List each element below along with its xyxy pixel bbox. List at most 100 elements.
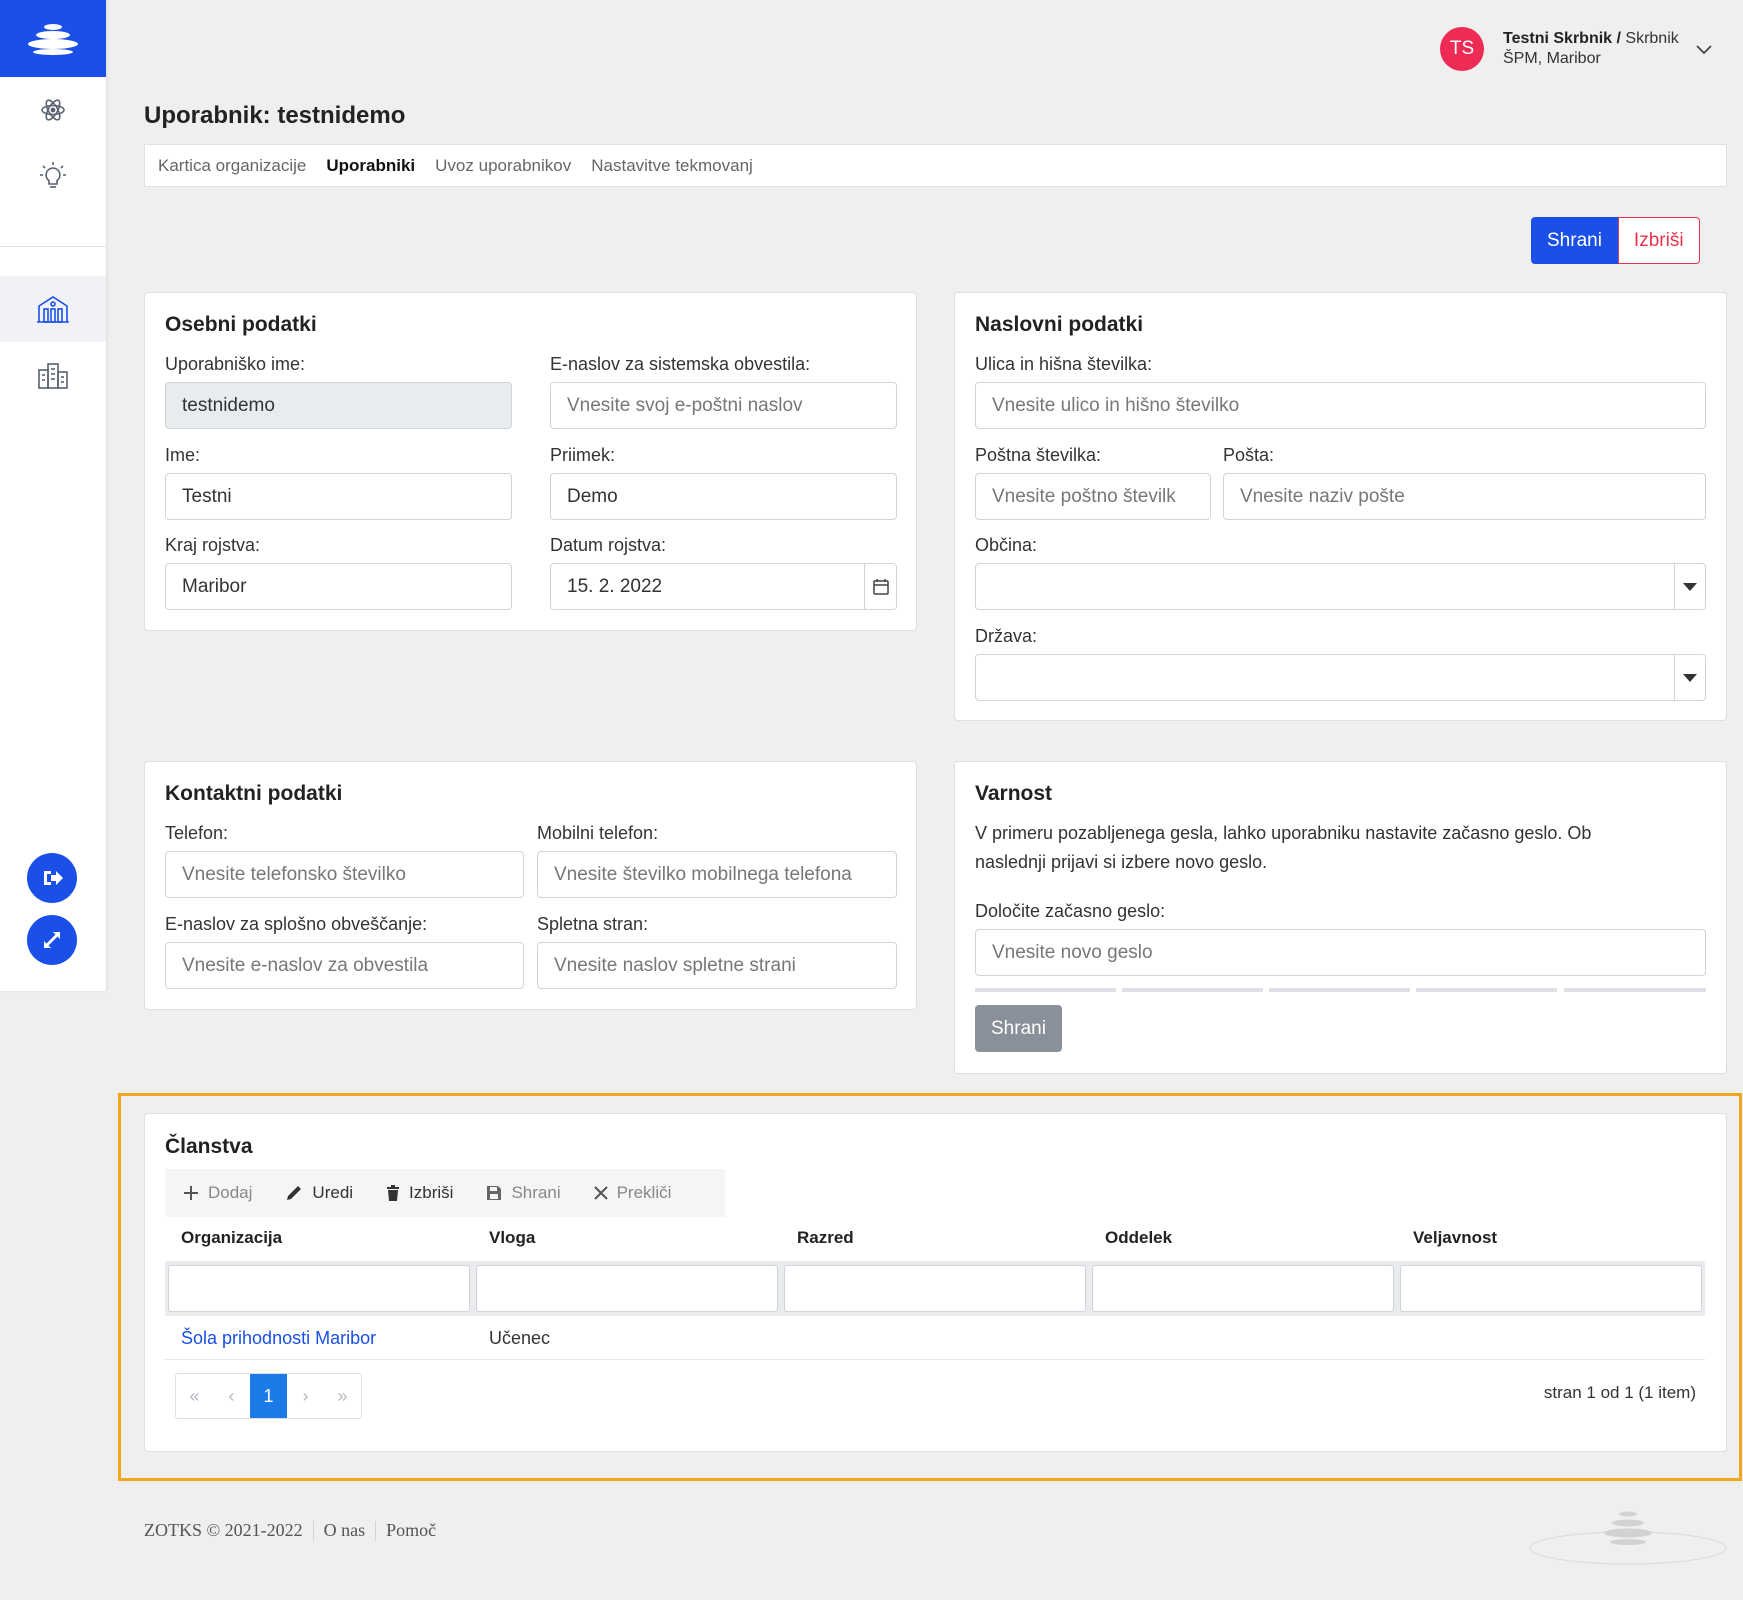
about-link[interactable]: O nas <box>324 1520 366 1541</box>
mobile-field[interactable]: Vnesite številko mobilnega telefona <box>537 851 897 898</box>
column-header-organizacija[interactable]: Organizacija <box>181 1228 282 1248</box>
chevron-down-icon[interactable] <box>1695 43 1713 55</box>
tab-uvoz-uporabnikov[interactable]: Uvoz uporabnikov <box>435 156 571 176</box>
post-label: Pošta: <box>1223 445 1275 465</box>
avatar: TS <box>1440 27 1484 71</box>
card-title: Kontaktni podatki <box>165 782 343 805</box>
help-link[interactable]: Pomoč <box>386 1520 436 1541</box>
filter-vloga[interactable] <box>476 1265 778 1312</box>
website-label: Spletna stran: <box>537 914 649 934</box>
filter-row <box>165 1261 1705 1316</box>
delete-button[interactable]: Izbriši <box>1617 217 1700 264</box>
tab-kartica-organizacije[interactable]: Kartica organizacije <box>158 156 306 176</box>
filter-veljavnost[interactable] <box>1400 1265 1702 1312</box>
country-label: Država: <box>975 626 1038 646</box>
save-button[interactable]: Shrani <box>1531 217 1618 264</box>
tab-uporabniki[interactable]: Uporabniki <box>326 156 415 176</box>
varnost-card: Varnost V primeru pozabljenega gesla, la… <box>954 761 1727 1074</box>
filter-razred[interactable] <box>784 1265 1086 1312</box>
street-field[interactable]: Vnesite ulico in hišno številko <box>975 382 1706 429</box>
card-title: Varnost <box>975 782 1053 805</box>
trash-icon <box>387 1185 400 1201</box>
close-icon <box>593 1186 608 1200</box>
add-button[interactable]: Dodaj <box>183 1183 252 1203</box>
column-header-veljavnost[interactable]: Veljavnost <box>1413 1228 1497 1248</box>
delete-row-button[interactable]: Izbriši <box>386 1183 453 1203</box>
first-name-field[interactable]: Testni <box>165 473 512 520</box>
next-page-button[interactable]: › <box>287 1374 324 1418</box>
postal-code-label: Poštna številka: <box>975 445 1102 465</box>
filter-oddelek[interactable] <box>1092 1265 1394 1312</box>
general-email-field[interactable]: Vnesite e-naslov za obvestila <box>165 942 524 989</box>
street-label: Ulica in hišna številka: <box>975 354 1153 374</box>
page-button-current[interactable]: 1 <box>250 1374 287 1418</box>
app-logo[interactable] <box>0 0 106 77</box>
page-title: Uporabnik: testnidemo <box>144 102 406 129</box>
tab-nastavitve-tekmovanj[interactable]: Nastavitve tekmovanj <box>591 156 753 176</box>
grid-toolbar: Dodaj Uredi Izbriši Shrani Prekliči <box>165 1169 725 1217</box>
cancel-button[interactable]: Prekliči <box>593 1183 671 1203</box>
birthplace-field[interactable]: Maribor <box>165 563 512 610</box>
save-disk-icon <box>487 1186 502 1200</box>
user-name: Testni Skrbnik / <box>1503 30 1621 47</box>
column-header-oddelek[interactable]: Oddelek <box>1105 1228 1172 1248</box>
column-header-vloga[interactable]: Vloga <box>489 1228 535 1248</box>
footer-logo-icon <box>1529 1511 1727 1565</box>
phone-label: Telefon: <box>165 823 229 843</box>
last-name-label: Priimek: <box>550 445 616 465</box>
general-email-label: E-naslov za splošno obveščanje: <box>165 914 428 934</box>
first-name-label: Ime: <box>165 445 201 465</box>
website-field[interactable]: Vnesite naslov spletne strani <box>537 942 897 989</box>
logout-button[interactable] <box>27 853 77 903</box>
save-password-button[interactable]: Shrani <box>975 1005 1062 1052</box>
country-select[interactable] <box>975 654 1706 701</box>
expand-icon <box>44 932 60 948</box>
password-strength-segment <box>975 988 1116 992</box>
first-page-button[interactable]: « <box>176 1374 213 1418</box>
last-name-field[interactable]: Demo <box>550 473 897 520</box>
naslovni-card: Naslovni podatki Ulica in hišna številka… <box>954 292 1727 721</box>
prev-page-button[interactable]: ‹ <box>213 1374 250 1418</box>
edit-button[interactable]: Uredi <box>285 1183 353 1203</box>
plus-icon <box>184 1186 198 1200</box>
caret-down-icon <box>1683 673 1697 682</box>
user-menu[interactable]: TS Testni Skrbnik / Skrbnik ŠPM, Maribor <box>1440 27 1713 71</box>
column-header-razred[interactable]: Razred <box>797 1228 854 1248</box>
calendar-button[interactable] <box>864 564 896 609</box>
last-page-button[interactable]: » <box>324 1374 361 1418</box>
password-strength-segment <box>1269 988 1410 992</box>
card-title: Osebni podatki <box>165 313 317 336</box>
birthplace-label: Kraj rojstva: <box>165 535 261 555</box>
buildings-icon[interactable] <box>0 342 106 408</box>
password-strength-segment <box>1122 988 1263 992</box>
card-title: Naslovni podatki <box>975 313 1144 336</box>
postal-code-field[interactable]: Vnesite poštno številk <box>975 473 1211 520</box>
atom-icon[interactable] <box>0 77 106 143</box>
dropdown-toggle[interactable] <box>1674 564 1705 609</box>
copyright: ZOTKS © 2021-2022 <box>144 1520 303 1540</box>
lightbulb-icon[interactable] <box>0 143 106 209</box>
security-description: V primeru pozabljenega gesla, lahko upor… <box>975 823 1592 872</box>
temp-password-field[interactable]: Vnesite novo geslo <box>975 929 1706 976</box>
filter-organizacija[interactable] <box>168 1265 470 1312</box>
birthdate-value: 15. 2. 2022 <box>567 575 663 597</box>
municipality-label: Občina: <box>975 535 1038 555</box>
footer-separator <box>375 1520 377 1541</box>
table-row[interactable]: Šola prihodnosti Maribor Učenec <box>165 1316 1705 1360</box>
expand-button[interactable] <box>27 915 77 965</box>
cell-organization[interactable]: Šola prihodnosti Maribor <box>181 1328 376 1349</box>
save-row-button[interactable]: Shrani <box>486 1183 561 1203</box>
tab-bar: Kartica organizacije Uporabniki Uvoz upo… <box>144 144 1727 187</box>
user-org: ŠPM, Maribor <box>1503 50 1601 67</box>
user-role: Skrbnik <box>1625 30 1679 47</box>
logo-icon <box>28 23 78 55</box>
post-field[interactable]: Vnesite naziv pošte <box>1223 473 1706 520</box>
birthdate-field[interactable]: 15. 2. 2022 <box>550 563 897 610</box>
email-field[interactable]: Vnesite svoj e-poštni naslov <box>550 382 897 429</box>
sidebar-divider <box>0 246 106 247</box>
municipality-select[interactable] <box>975 563 1706 610</box>
organization-building-icon[interactable] <box>0 276 106 342</box>
footer-separator <box>312 1520 314 1541</box>
phone-field[interactable]: Vnesite telefonsko številko <box>165 851 524 898</box>
dropdown-toggle[interactable] <box>1674 655 1705 700</box>
